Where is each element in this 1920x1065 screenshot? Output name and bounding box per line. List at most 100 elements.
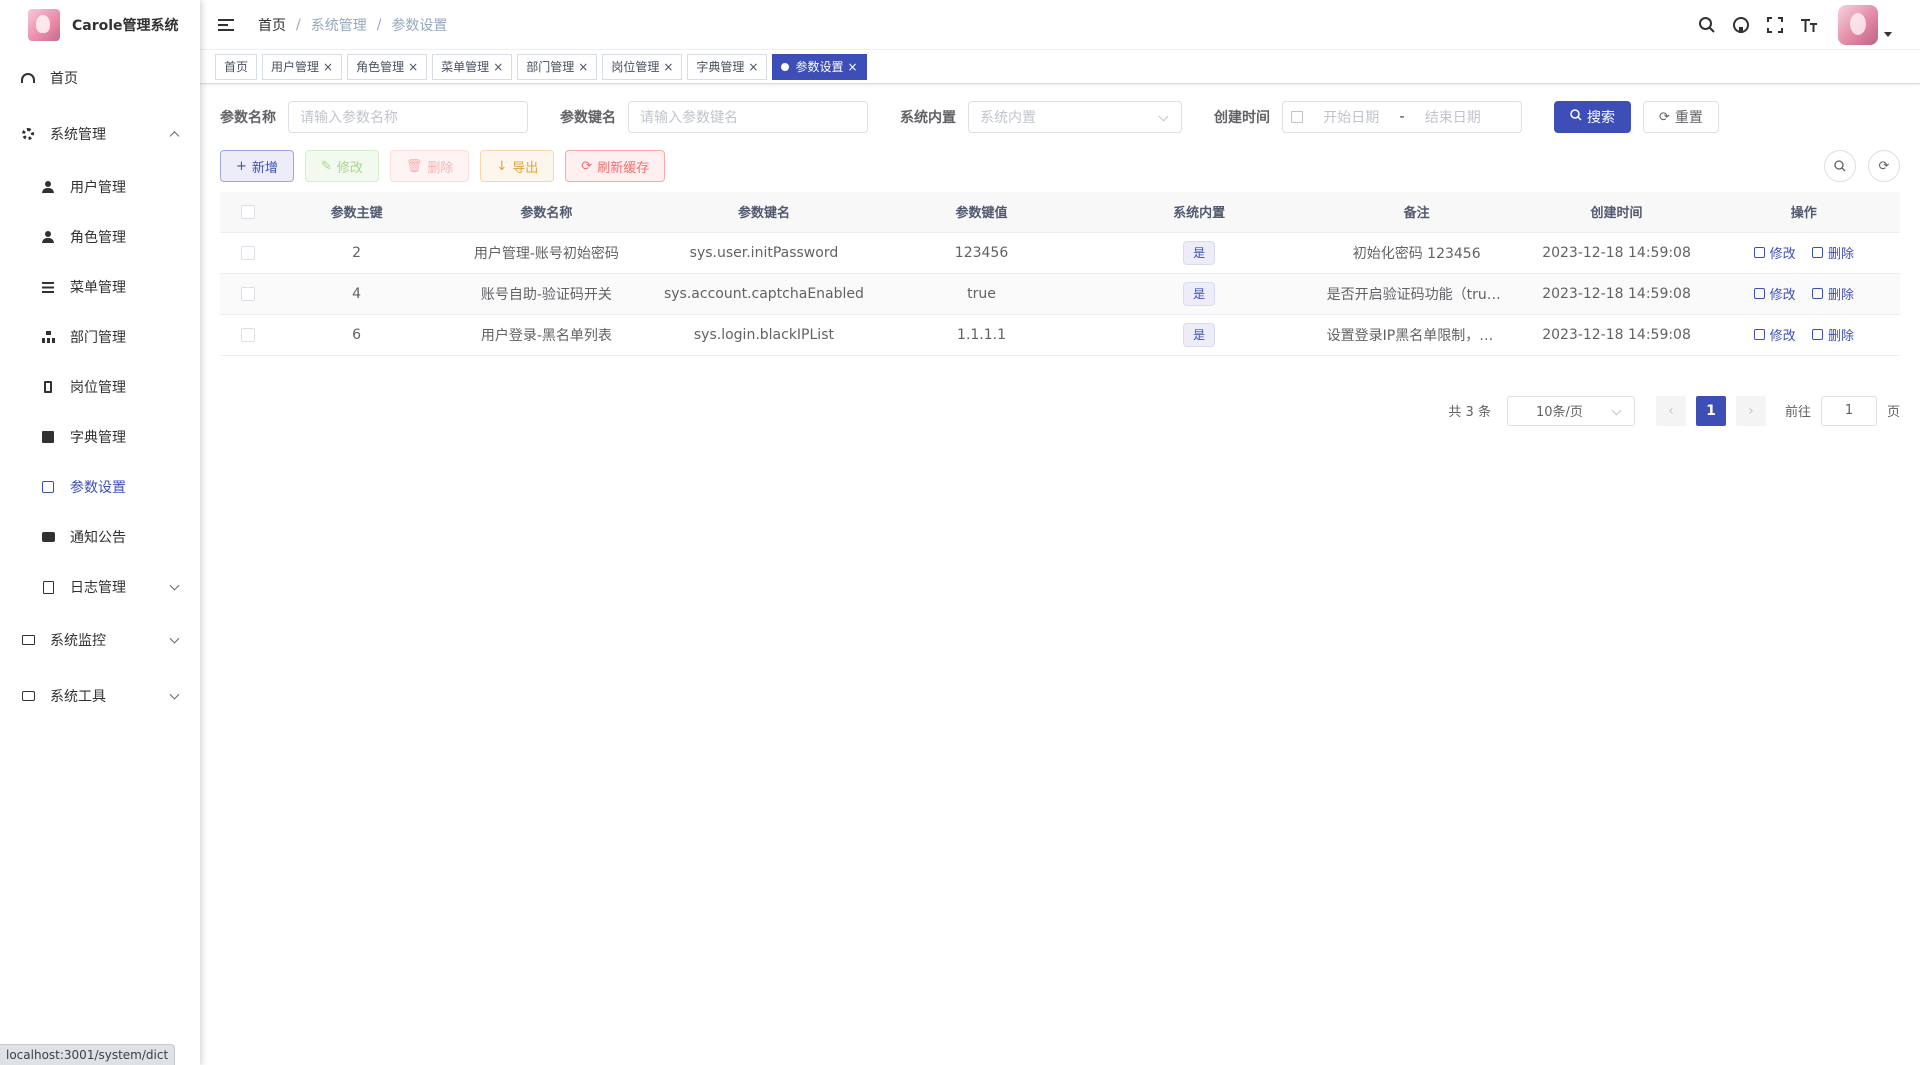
tags-view: 首页 用户管理 × 角色管理 × 菜单管理 × 部门管理 × 岗位管理 × 字典管理 × 参… — [200, 50, 1920, 84]
page-jumper: 前往 1 页 — [1785, 395, 1900, 426]
table-row[interactable]: 6 用户登录-黑名单列表 sys.login.blackIPList 1.1.1… — [220, 314, 1900, 356]
edit-icon — [1753, 329, 1765, 340]
sidebar-item-label: 系统管理 — [50, 127, 106, 143]
config-key-input[interactable]: 请输入参数键名 — [628, 101, 868, 133]
breadcrumb-item-home[interactable]: 首页 — [258, 15, 286, 35]
tag-menu[interactable]: 菜单管理 × — [432, 53, 513, 80]
tag-label: 部门管理 — [526, 59, 575, 74]
tag-role[interactable]: 角色管理 × — [347, 53, 428, 80]
reset-button[interactable]: ⟳ 重置 — [1643, 101, 1719, 133]
fullscreen-icon[interactable] — [1764, 14, 1786, 36]
refresh-cache-button[interactable]: ⟳ 刷新缓存 — [565, 150, 666, 182]
github-icon[interactable] — [1730, 14, 1752, 36]
right-toolbar: ⟳ — [1812, 150, 1900, 182]
tag-post[interactable]: 岗位管理 × — [602, 53, 683, 80]
close-icon[interactable]: × — [748, 55, 758, 79]
logo[interactable]: Carole管理系统 — [0, 0, 200, 50]
sidebar-item-dict[interactable]: 字典管理 — [0, 412, 200, 462]
config-key: sys.login.blackIPList — [655, 314, 873, 356]
add-button[interactable]: + 新增 — [220, 150, 294, 182]
remark: 是否开启验证码功能（true… — [1326, 286, 1507, 303]
sidebar-item-config[interactable]: 参数设置 — [0, 462, 200, 512]
sidebar-item-log[interactable]: 日志管理 — [0, 562, 200, 612]
row-edit-button[interactable]: 修改 — [1753, 243, 1796, 262]
sidebar-item-menu[interactable]: 菜单管理 — [0, 262, 200, 312]
search-button[interactable]: 搜索 — [1554, 101, 1631, 133]
tag-label: 参数设置 — [795, 59, 844, 74]
row-edit-label: 修改 — [1769, 247, 1796, 262]
close-icon[interactable]: × — [493, 55, 503, 79]
tag-dept[interactable]: 部门管理 × — [517, 53, 598, 80]
config-type-select[interactable]: 系统内置 — [968, 101, 1182, 133]
tag-home[interactable]: 首页 — [215, 53, 258, 80]
sidebar-item-dept[interactable]: 部门管理 — [0, 312, 200, 362]
row-checkbox[interactable] — [240, 245, 255, 260]
row-checkbox[interactable] — [240, 327, 255, 342]
row-delete-button[interactable]: 删除 — [1812, 243, 1854, 262]
post-icon — [40, 379, 56, 395]
start-date-placeholder[interactable]: 开始日期 — [1323, 107, 1379, 127]
export-button[interactable]: ↓ 导出 — [480, 150, 555, 182]
navbar: 首页 / 系统管理 / 参数设置 — [200, 0, 1920, 50]
close-icon[interactable]: × — [408, 55, 418, 79]
config-name-placeholder: 请输入参数名称 — [300, 110, 398, 126]
sidebar-item-role[interactable]: 角色管理 — [0, 212, 200, 262]
select-all-checkbox[interactable] — [240, 204, 255, 219]
edit-button[interactable]: ✎ 修改 — [304, 150, 379, 182]
column-header: 参数键值 — [872, 192, 1091, 233]
close-icon[interactable]: × — [848, 55, 858, 79]
goto-page-input[interactable]: 1 — [1820, 395, 1877, 426]
config-id: 4 — [275, 273, 438, 315]
builtin-cell: 是 — [1090, 273, 1308, 315]
row-delete-button[interactable]: 删除 — [1812, 325, 1854, 344]
close-icon[interactable]: × — [323, 55, 333, 79]
page-number-button[interactable]: 1 — [1695, 395, 1726, 426]
config-name: 用户管理-账号初始密码 — [437, 232, 656, 274]
download-icon: ↓ — [496, 158, 508, 174]
hamburger-icon[interactable] — [218, 18, 234, 32]
sidebar-item-system[interactable]: 系统管理 — [0, 106, 200, 162]
next-page-button[interactable]: › — [1735, 395, 1766, 426]
chevron-up-icon — [169, 131, 180, 142]
caret-down-icon[interactable] — [1884, 31, 1892, 37]
close-icon[interactable]: × — [578, 55, 588, 79]
monitor-icon — [20, 632, 36, 648]
row-delete-button[interactable]: 删除 — [1812, 284, 1854, 303]
prev-page-button[interactable]: ‹ — [1655, 395, 1686, 426]
sidebar-item-notice[interactable]: 通知公告 — [0, 512, 200, 562]
tag-label: 菜单管理 — [441, 59, 490, 74]
font-size-icon[interactable] — [1798, 14, 1820, 36]
refresh-table-button[interactable]: ⟳ — [1868, 150, 1900, 182]
sidebar-item-user[interactable]: 用户管理 — [0, 162, 200, 212]
breadcrumb-item-system: 系统管理 — [310, 17, 367, 34]
config-name-input[interactable]: 请输入参数名称 — [288, 101, 528, 133]
row-edit-button[interactable]: 修改 — [1753, 325, 1796, 344]
table-row[interactable]: 4 账号自助-验证码开关 sys.account.captchaEnabled … — [220, 273, 1900, 315]
sidebar-item-label: 角色管理 — [70, 230, 126, 246]
table-row[interactable]: 2 用户管理-账号初始密码 sys.user.initPassword 1234… — [220, 232, 1900, 274]
sidebar-item-monitor[interactable]: 系统监控 — [0, 612, 200, 668]
user-icon — [40, 179, 56, 195]
page-size-value: 10条/页 — [1535, 405, 1583, 420]
tag-dict[interactable]: 字典管理 × — [687, 53, 768, 80]
delete-button[interactable]: 🗑 删除 — [389, 150, 470, 182]
row-checkbox[interactable] — [240, 286, 255, 301]
date-range-picker[interactable]: 开始日期 - 结束日期 — [1282, 101, 1522, 133]
sidebar-item-label: 岗位管理 — [70, 380, 126, 396]
page-size-select[interactable]: 10条/页 — [1506, 395, 1635, 426]
tag-config[interactable]: 参数设置 × — [772, 53, 867, 80]
create-time: 2023-12-18 14:59:08 — [1525, 314, 1708, 356]
toggle-search-button[interactable] — [1824, 150, 1856, 182]
export-button-label: 导出 — [512, 160, 539, 176]
tag-user[interactable]: 用户管理 × — [262, 53, 343, 80]
row-edit-button[interactable]: 修改 — [1753, 284, 1796, 303]
sidebar-item-home[interactable]: 首页 — [0, 50, 200, 106]
sidebar-item-tool[interactable]: 系统工具 — [0, 668, 200, 724]
sidebar-item-label: 通知公告 — [70, 530, 126, 546]
close-icon[interactable]: × — [663, 55, 673, 79]
sidebar-item-post[interactable]: 岗位管理 — [0, 362, 200, 412]
search-icon[interactable] — [1696, 14, 1718, 36]
end-date-placeholder[interactable]: 结束日期 — [1425, 107, 1481, 127]
row-checkbox-cell — [220, 314, 276, 356]
avatar[interactable] — [1838, 5, 1878, 45]
